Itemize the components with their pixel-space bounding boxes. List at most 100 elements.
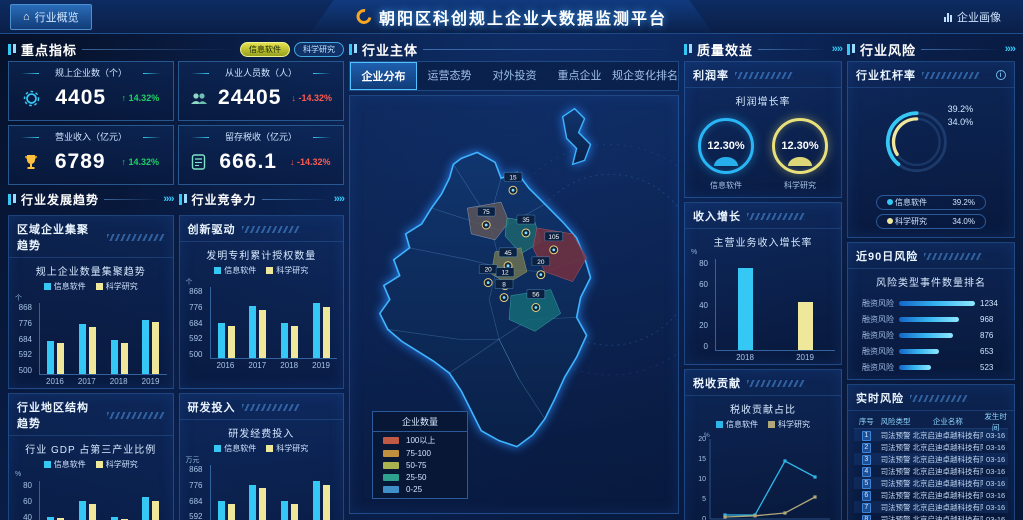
hatch-decoration <box>747 380 805 387</box>
panel-title: 研发投入 <box>188 399 236 415</box>
risk-bar-label: 融资风险 <box>856 298 894 309</box>
map-legend-label: 25-50 <box>406 473 426 482</box>
trophy-icon <box>23 154 39 171</box>
stat-card-tax: 留存税收（亿元） 666.1 ↓ -14.32% <box>178 125 344 185</box>
map-legend-row: 75-100 <box>373 446 467 458</box>
nav-enterprise-portrait[interactable]: 企业画像 <box>932 5 1013 29</box>
map-legend-label: 50-75 <box>406 461 426 470</box>
chart-legend: 信息软件科学研究 <box>685 416 841 431</box>
more-arrows[interactable]: »» <box>163 193 173 205</box>
svg-text:10: 10 <box>698 476 706 483</box>
table-row[interactable]: 3司法预警北京启迪卓越科技有限公司03-16 <box>854 453 1008 465</box>
people-icon <box>190 91 208 106</box>
risk-bar-row: 融资风险968 <box>856 311 1006 327</box>
bar <box>79 324 86 374</box>
mound-decoration <box>788 157 812 166</box>
gauge-info-software: 12.30% 信息软件 <box>698 118 754 191</box>
panel-profit-margin: 利润率 利润增长率 12.30% 信息软件 12.30% 科学研究 <box>684 61 842 198</box>
filter-info-software[interactable]: 信息软件 <box>240 42 290 57</box>
table-row[interactable]: 6司法预警北京启迪卓越科技有限公司03-16 <box>854 489 1008 501</box>
tab-outbound-investment[interactable]: 对外投资 <box>482 62 547 90</box>
table-cell: 司法预警 <box>879 454 913 465</box>
legend-swatch <box>96 283 103 290</box>
legend-item: 科学研究 <box>266 265 308 276</box>
column-header: 风险类型 <box>879 416 913 427</box>
patent-bar-chart: 个8687766845925002016201720182019 <box>180 277 344 372</box>
table-row[interactable]: 8司法预警北京启迪卓越科技有限公司03-16 <box>854 513 1008 520</box>
section-bars-icon <box>684 44 692 55</box>
legend-swatch <box>44 461 51 468</box>
panel-regional-agglomeration: 区域企业集聚趋势 规上企业数量集聚趋势 信息软件科学研究个86877668459… <box>8 215 174 389</box>
legend-item: 科学研究 <box>266 443 308 454</box>
stat-value: 4405 <box>55 86 106 110</box>
x-axis: 20182019 <box>715 353 835 362</box>
stat-value: 6789 <box>55 150 106 174</box>
bar <box>281 501 288 520</box>
nav-industry-overview[interactable]: ⌂ 行业概览 <box>10 4 92 30</box>
svg-text:35: 35 <box>522 217 530 224</box>
more-arrows[interactable]: »» <box>1005 43 1015 55</box>
bar-group <box>79 303 96 374</box>
risk-bar-fill <box>899 349 939 354</box>
svg-text:15: 15 <box>509 174 517 181</box>
table-row[interactable]: 5司法预警北京启迪卓越科技有限公司03-16 <box>854 477 1008 489</box>
row-number: 8 <box>862 515 871 520</box>
info-icon[interactable]: i <box>996 70 1006 80</box>
bar <box>323 485 330 520</box>
map-legend-swatch <box>383 437 399 444</box>
x-tick: 2016 <box>46 377 64 386</box>
column-header: 序号 <box>854 416 879 427</box>
legend-item-science-research[interactable]: 科学研究 34.0% <box>876 214 986 229</box>
risk-bar-track <box>899 317 975 322</box>
chart-title: 行业 GDP 占第三产业比例 <box>9 436 173 456</box>
plot-area <box>210 465 338 520</box>
x-tick: 2017 <box>78 377 96 386</box>
chart-title: 规上企业数量集聚趋势 <box>9 258 173 278</box>
divider <box>82 49 235 50</box>
leverage-values: 39.2% 34.0% <box>948 103 974 130</box>
more-arrows[interactable]: »» <box>334 193 344 205</box>
tab-enterprise-change-ranking[interactable]: 规企变化排名 <box>612 62 678 90</box>
table-row[interactable]: 2司法预警北京启迪卓越科技有限公司03-16 <box>854 441 1008 453</box>
stat-value: 666.1 <box>219 150 277 174</box>
risk-bar-row: 融资风险876 <box>856 327 1006 343</box>
bar <box>291 326 298 358</box>
legend-swatch <box>44 283 51 290</box>
panel-regional-structure: 行业地区结构趋势 行业 GDP 占第三产业比例 信息软件科学研究%8060402… <box>8 393 174 520</box>
bar-group <box>281 465 298 520</box>
tab-operation-status[interactable]: 运营态势 <box>417 62 482 90</box>
bar-group <box>313 287 330 358</box>
bar <box>249 306 256 358</box>
section-industry-risk: 行业风险 »» <box>847 40 1015 58</box>
section-title: 重点指标 <box>21 40 77 59</box>
legend-swatch <box>214 445 221 452</box>
table-row[interactable]: 4司法预警北京启迪卓越科技有限公司03-16 <box>854 465 1008 477</box>
y-tick: 684 <box>19 335 32 344</box>
more-arrows[interactable]: »» <box>832 43 842 55</box>
svg-text:8: 8 <box>502 282 506 289</box>
section-title: 行业发展趋势 <box>21 191 99 208</box>
map-legend-row: 100以上 <box>373 432 467 446</box>
section-quality-efficiency: 质量效益 »» <box>684 40 842 58</box>
legend-dot <box>887 199 893 205</box>
bar-group <box>111 303 128 374</box>
row-number: 2 <box>862 443 871 453</box>
table-row[interactable]: 7司法预警北京启迪卓越科技有限公司03-16 <box>854 501 1008 513</box>
stat-label: 规上企业数（个） <box>15 66 167 79</box>
risk-bar-value: 523 <box>980 363 1006 372</box>
tab-enterprise-distribution[interactable]: 企业分布 <box>350 62 417 90</box>
legend-swatch <box>96 461 103 468</box>
section-title: 行业竞争力 <box>192 191 257 208</box>
legend-item: 信息软件 <box>716 419 758 430</box>
bar-group <box>249 465 266 520</box>
filter-science-research[interactable]: 科学研究 <box>294 42 344 57</box>
tab-key-enterprises[interactable]: 重点企业 <box>547 62 612 90</box>
table-cell: 03-16 <box>983 431 1008 440</box>
y-tick: 684 <box>189 319 202 328</box>
legend-swatch <box>266 267 273 274</box>
table-row[interactable]: 1司法预警北京启迪卓越科技有限公司03-16 <box>854 429 1008 441</box>
legend-item-info-software[interactable]: 信息软件 39.2% <box>876 195 986 210</box>
row-number: 3 <box>862 455 871 465</box>
svg-text:20: 20 <box>537 259 545 266</box>
panel-innovation-driven: 创新驱动 发明专利累计授权数量 信息软件科学研究个868776684592500… <box>179 215 345 389</box>
